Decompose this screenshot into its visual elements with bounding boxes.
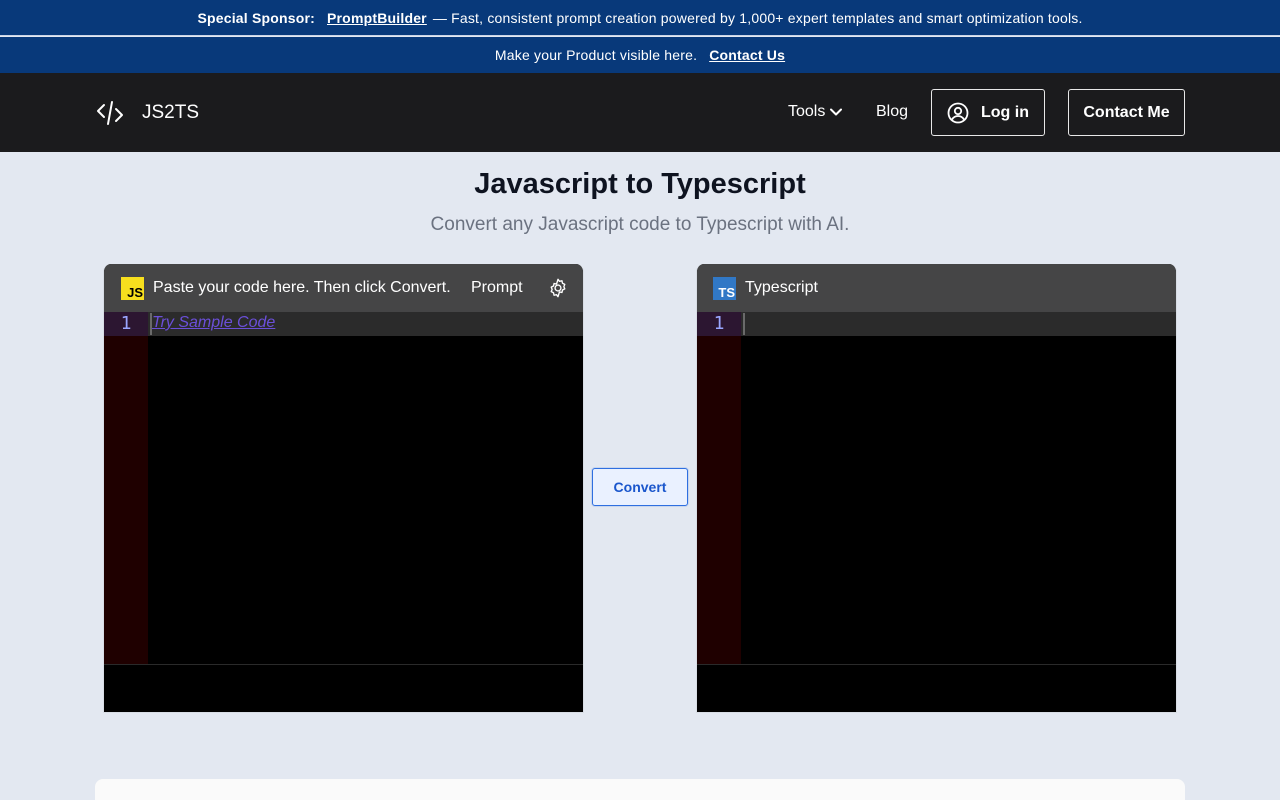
sponsor-label: Special Sponsor: [197, 9, 315, 26]
contact-us-link[interactable]: Contact Us [709, 47, 785, 63]
input-panel-header: JS Paste your code here. Then click Conv… [104, 264, 583, 312]
input-editor-divider [104, 664, 583, 665]
output-active-line[interactable] [697, 312, 1176, 336]
typescript-output-panel: TS Typescript 1 [696, 264, 1177, 713]
sponsor-banner: Special Sponsor: PromptBuilder — Fast, c… [0, 0, 1280, 36]
ts-badge: TS [713, 276, 736, 300]
content-card [95, 779, 1185, 800]
js-badge: JS [121, 276, 144, 300]
output-cursor [743, 313, 745, 335]
user-circle-icon [947, 102, 969, 123]
output-gutter [697, 312, 741, 664]
brand-link[interactable]: JS2TS [96, 100, 199, 126]
navbar: JS2TS Tools Blog Log in Contact Me [0, 73, 1280, 152]
chevron-down-icon [830, 108, 843, 116]
nav-tools-label: Tools [788, 103, 826, 120]
prompt-button[interactable]: Prompt [471, 279, 523, 297]
output-editor-divider [697, 664, 1176, 665]
promo-banner: Make your Product visible here. Contact … [0, 37, 1280, 73]
login-button[interactable]: Log in [931, 89, 1045, 136]
sponsor-link[interactable]: PromptBuilder [327, 10, 427, 26]
input-gutter [104, 312, 148, 664]
output-panel-header: TS Typescript [697, 264, 1176, 312]
input-panel-label: Paste your code here. Then click Convert… [153, 279, 451, 296]
contact-me-button[interactable]: Contact Me [1068, 89, 1185, 136]
promo-text: Make your Product visible here. [494, 47, 698, 63]
gear-icon[interactable] [547, 277, 569, 299]
input-line-number: 1 [104, 312, 148, 336]
try-sample-code-link[interactable]: Try Sample Code [152, 314, 275, 332]
page-title: Javascript to Typescript [474, 168, 806, 200]
login-label: Log in [981, 103, 1029, 121]
sponsor-text: — Fast, consistent prompt creation power… [432, 9, 1083, 26]
nav-tools-dropdown[interactable]: Tools [788, 103, 843, 121]
javascript-input-panel: JS Paste your code here. Then click Conv… [103, 264, 584, 713]
output-panel-label: Typescript [745, 279, 818, 296]
convert-button[interactable]: Convert [592, 468, 688, 506]
brand-name: JS2TS [142, 102, 200, 123]
page-subtitle: Convert any Javascript code to Typescrip… [430, 214, 850, 235]
nav-blog-link[interactable]: Blog [876, 103, 908, 121]
output-line-number: 1 [697, 312, 741, 336]
code-icon [97, 101, 123, 125]
